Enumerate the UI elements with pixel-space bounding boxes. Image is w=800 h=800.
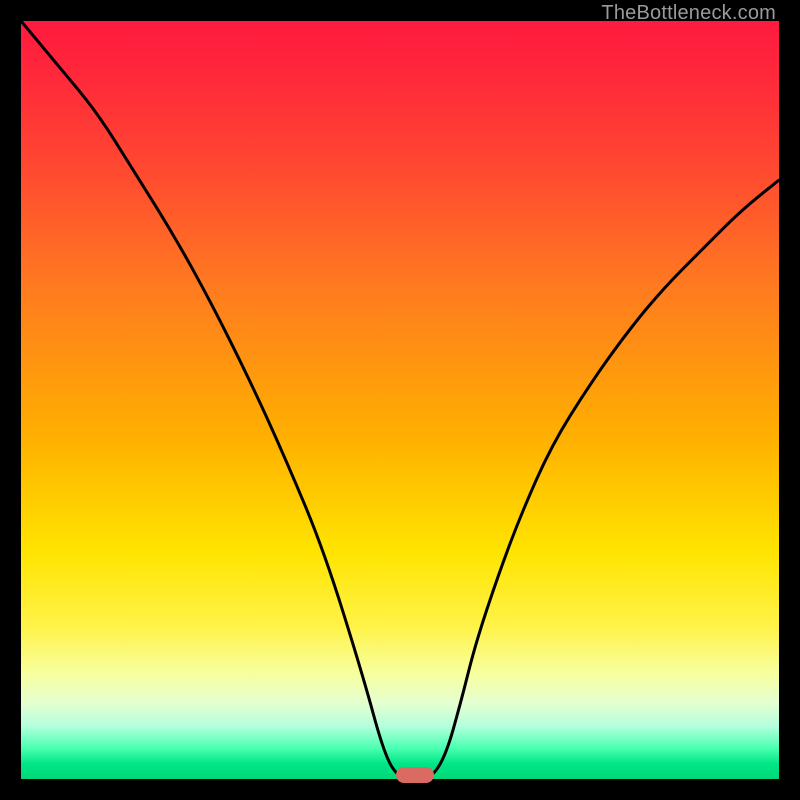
optimal-marker: [396, 767, 434, 783]
chart-frame: TheBottleneck.com: [0, 0, 800, 800]
attribution-text: TheBottleneck.com: [601, 2, 776, 25]
bottleneck-curve: [21, 21, 779, 779]
plot-area: [21, 21, 779, 779]
